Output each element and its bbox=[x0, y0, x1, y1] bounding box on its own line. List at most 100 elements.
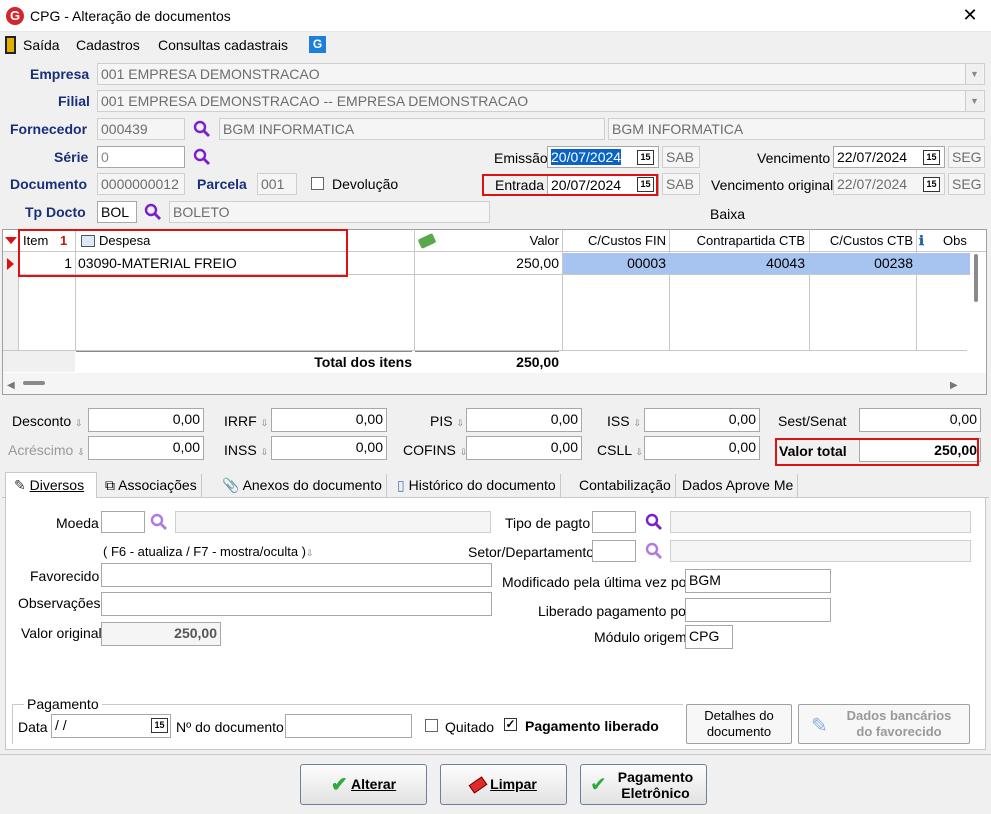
header-obs[interactable]: Obs bbox=[943, 230, 967, 252]
menu-consultas-cadastrais[interactable]: Consultas cadastrais bbox=[158, 37, 288, 53]
irrf-label: IRRF ⇩ bbox=[224, 413, 269, 429]
horizontal-scroll-thumb[interactable] bbox=[23, 381, 45, 385]
tab-diversos-label[interactable]: ✎ Diversos bbox=[10, 474, 88, 498]
menu-bar bbox=[0, 33, 991, 57]
pen-icon: ✎ bbox=[811, 715, 828, 737]
limpar-button[interactable]: Limpar bbox=[440, 764, 567, 805]
sest-senat-field[interactable]: 0,00 bbox=[859, 408, 981, 432]
menu-saida[interactable]: Saída bbox=[23, 37, 60, 53]
n-documento-label: Nº do documento bbox=[176, 719, 284, 735]
pagamento-group-label: Pagamento bbox=[24, 696, 102, 712]
header-ccfin[interactable]: C/Custos FIN bbox=[563, 230, 666, 252]
serie-field[interactable]: 0 bbox=[97, 146, 185, 168]
scroll-left-icon[interactable]: ◀ bbox=[7, 375, 15, 396]
menu-cadastros[interactable]: Cadastros bbox=[76, 37, 140, 53]
footer-divider bbox=[0, 754, 991, 755]
tab-contabilizacao[interactable]: Contabilização bbox=[575, 474, 676, 498]
inss-field[interactable]: 0,00 bbox=[271, 436, 387, 460]
tab-associacoes[interactable]: ⧉ Associações bbox=[101, 474, 202, 498]
n-documento-field[interactable] bbox=[285, 714, 412, 738]
iss-field[interactable]: 0,00 bbox=[644, 408, 760, 432]
search-icon[interactable] bbox=[150, 513, 168, 531]
tab-anexos[interactable]: 📎 Anexos do documento bbox=[218, 474, 387, 498]
favorecido-field[interactable] bbox=[101, 563, 492, 587]
filial-field[interactable]: 001 EMPRESA DEMONSTRACAO -- EMPRESA DEMO… bbox=[97, 90, 985, 112]
detalhes-documento-button[interactable]: Detalhes do documento bbox=[686, 704, 792, 744]
valor-original-field: 250,00 bbox=[101, 622, 221, 646]
calendar-icon[interactable]: 15 bbox=[151, 718, 168, 733]
fornecedor-code-field[interactable]: 000439 bbox=[97, 118, 185, 140]
baixa-label: Baixa bbox=[710, 206, 746, 222]
tab-historico[interactable]: ▯ Histórico do documento bbox=[393, 474, 561, 498]
info-icon: ℹ bbox=[919, 233, 924, 248]
pis-field[interactable]: 0,00 bbox=[466, 408, 582, 432]
grid-divider bbox=[669, 230, 670, 354]
pagamento-liberado-checkbox[interactable]: ✓ bbox=[504, 718, 517, 731]
quitado-checkbox[interactable] bbox=[425, 719, 438, 732]
search-icon[interactable] bbox=[645, 542, 663, 560]
header-valor[interactable]: Valor bbox=[415, 230, 559, 252]
paperclip-icon: 📎 bbox=[222, 477, 240, 493]
calendar-icon[interactable]: 15 bbox=[923, 177, 940, 192]
calendar-icon[interactable]: 15 bbox=[923, 150, 940, 165]
search-icon[interactable] bbox=[193, 148, 211, 166]
chevron-down-icon[interactable]: ▼ bbox=[965, 91, 983, 111]
vertical-scroll-thumb[interactable] bbox=[974, 254, 978, 302]
close-icon[interactable]: ✕ bbox=[958, 4, 982, 28]
tp-docto-code-field[interactable]: BOL bbox=[97, 201, 137, 223]
link-icon: ⧉ bbox=[105, 477, 115, 493]
devolucao-checkbox[interactable] bbox=[311, 177, 324, 190]
title-bar: G CPG - Alteração de documentos ✕ bbox=[0, 0, 991, 32]
header-contrapartida[interactable]: Contrapartida CTB bbox=[671, 230, 805, 252]
inss-label: INSS ⇩ bbox=[224, 442, 269, 458]
exit-door-icon[interactable] bbox=[5, 36, 16, 54]
eraser-icon bbox=[468, 776, 488, 794]
entrada-highlight bbox=[482, 174, 658, 196]
search-icon[interactable] bbox=[645, 513, 663, 531]
empresa-label: Empresa bbox=[30, 66, 90, 82]
tp-docto-name-field: BOLETO bbox=[169, 201, 490, 223]
sest-senat-label: Sest/Senat bbox=[778, 413, 847, 429]
vencimento-day-field: SEG bbox=[948, 146, 985, 168]
alterar-button[interactable]: ✔ Alterar bbox=[300, 764, 427, 805]
header-ccctb[interactable]: C/Custos CTB bbox=[811, 230, 913, 252]
horizontal-scrollbar[interactable] bbox=[3, 373, 986, 394]
tab-dados-aprove-me[interactable]: Dados Aprove Me bbox=[678, 474, 799, 498]
app-logo-icon: G bbox=[6, 7, 24, 25]
search-icon[interactable] bbox=[144, 203, 162, 221]
cofins-field[interactable]: 0,00 bbox=[466, 436, 582, 460]
moeda-field[interactable] bbox=[101, 511, 145, 533]
items-grid[interactable]: Item 1 Despesa Valor C/Custos FIN Contra… bbox=[2, 229, 987, 395]
parcela-field[interactable]: 001 bbox=[257, 173, 297, 195]
liberado-label: Liberado pagamento por bbox=[538, 603, 691, 619]
setor-label: Setor/Departamento bbox=[468, 544, 595, 560]
app-shortcut-icon[interactable]: G bbox=[309, 36, 326, 53]
search-icon[interactable] bbox=[193, 120, 211, 138]
acrescimo-field[interactable]: 0,00 bbox=[88, 436, 204, 460]
documento-field[interactable]: 0000000012 bbox=[97, 173, 185, 195]
sort-indicator-icon bbox=[5, 237, 17, 244]
setor-field[interactable] bbox=[592, 540, 636, 562]
valor-total-highlight bbox=[775, 438, 979, 466]
tipo-pagto-label: Tipo de pagto bbox=[505, 515, 591, 531]
observacoes-field[interactable] bbox=[101, 592, 492, 616]
scroll-right-icon[interactable]: ▶ bbox=[950, 375, 958, 396]
desconto-label: Desconto ⇩ bbox=[12, 413, 83, 429]
irrf-field[interactable]: 0,00 bbox=[271, 408, 387, 432]
empresa-field[interactable]: 001 EMPRESA DEMONSTRACAO bbox=[97, 63, 985, 85]
tipo-pagto-field[interactable] bbox=[592, 511, 636, 533]
chevron-down-icon[interactable]: ▼ bbox=[965, 64, 983, 84]
total-label: Total dos itens bbox=[76, 351, 412, 373]
parcela-label: Parcela bbox=[197, 176, 247, 192]
vertical-scrollbar[interactable] bbox=[970, 252, 986, 372]
modificado-label: Modificado pela última vez por bbox=[502, 574, 692, 590]
data-label: Data bbox=[18, 719, 48, 735]
csll-label: CSLL ⇩ bbox=[597, 442, 643, 458]
modulo-origem-label: Módulo origem bbox=[594, 629, 687, 645]
fornecedor-name2-field: BGM INFORMATICA bbox=[608, 118, 985, 140]
modulo-origem-field: CPG bbox=[685, 625, 733, 649]
desconto-field[interactable]: 0,00 bbox=[88, 408, 204, 432]
csll-field[interactable]: 0,00 bbox=[644, 436, 760, 460]
calendar-icon[interactable]: 15 bbox=[637, 150, 654, 165]
vencimento-original-label: Vencimento original bbox=[711, 177, 834, 193]
